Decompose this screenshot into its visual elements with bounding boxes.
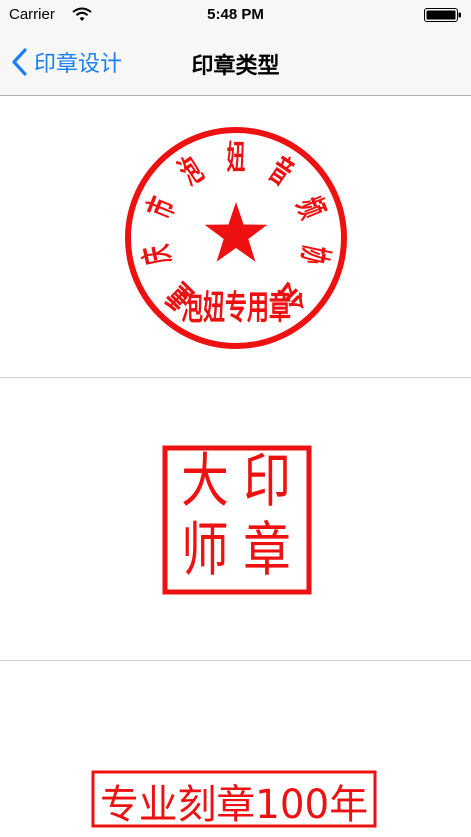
rectangle-seal: 专业刻章100年 — [91, 770, 377, 828]
round-seal-arc-char: 频 — [289, 192, 331, 224]
round-seal-arc-char: 音 — [262, 151, 299, 193]
square-seal-char-3: 大 — [181, 446, 229, 515]
star-icon — [204, 202, 268, 262]
rectangle-seal-text: 专业刻章100年 — [100, 782, 368, 828]
square-seal-char-2: 章 — [243, 515, 291, 584]
status-time: 5:48 PM — [207, 6, 264, 23]
seal-type-square-cell[interactable]: 印 章 大 师 — [0, 378, 471, 661]
square-seal-char-1: 印 — [243, 446, 291, 515]
round-seal-arc-char: 庆 — [137, 241, 178, 268]
square-seal: 印 章 大 师 — [162, 445, 312, 595]
status-bar: Carrier 5:48 PM — [0, 0, 471, 30]
seal-type-round-cell[interactable]: 重庆市泡妞音频协会 泡妞专用章 — [0, 96, 471, 378]
battery-icon — [424, 8, 461, 22]
round-seal-arc-char: 泡 — [173, 151, 210, 193]
round-seal-bottom-text: 泡妞专用章 — [181, 288, 291, 327]
round-seal-arc-char: 市 — [141, 192, 183, 224]
round-seal: 重庆市泡妞音频协会 泡妞专用章 — [125, 127, 347, 349]
navigation-bar: 印章设计 印章类型 — [0, 30, 471, 96]
square-seal-char-4: 师 — [181, 515, 229, 584]
seal-type-rectangle-cell[interactable]: 专业刻章100年 — [0, 661, 471, 837]
round-seal-arc-char: 妞 — [227, 139, 246, 177]
round-seal-arc-char: 协 — [294, 242, 335, 269]
page-title: 印章类型 — [191, 54, 280, 79]
